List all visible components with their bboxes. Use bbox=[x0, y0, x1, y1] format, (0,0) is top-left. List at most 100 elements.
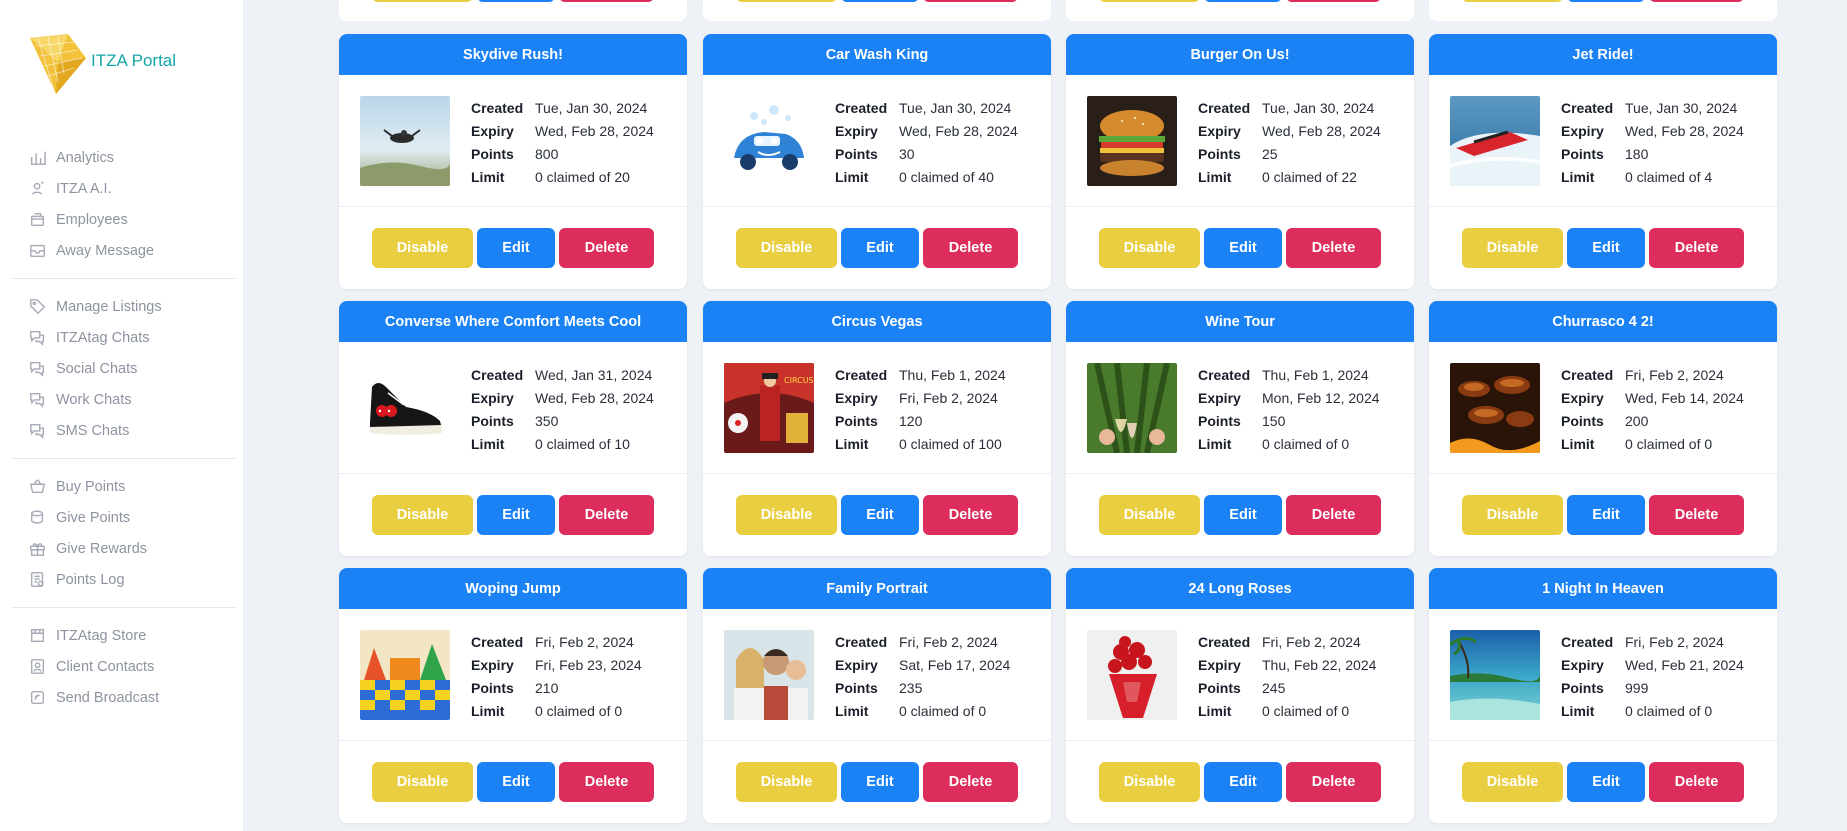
contact-icon bbox=[28, 658, 46, 676]
disable-button[interactable]: Disable bbox=[372, 228, 473, 268]
expiry-value: Wed, Feb 28, 2024 bbox=[1262, 122, 1381, 139]
sidebar-item-itza-a-i[interactable]: ITZA A.I. bbox=[0, 173, 243, 204]
delete-button[interactable]: Delete bbox=[1286, 762, 1381, 802]
delete-button[interactable]: Delete bbox=[1649, 495, 1744, 535]
expiry-value: Wed, Feb 28, 2024 bbox=[899, 122, 1018, 139]
edit-button[interactable] bbox=[1204, 0, 1282, 2]
sidebar-item-label: Employees bbox=[56, 211, 128, 228]
edit-button[interactable]: Edit bbox=[477, 762, 555, 802]
delete-button[interactable]: Delete bbox=[559, 495, 654, 535]
edit-button[interactable]: Edit bbox=[841, 762, 919, 802]
delete-button[interactable] bbox=[559, 0, 654, 2]
listing-info: Created Tue, Jan 30, 2024 Expiry Wed, Feb 2… bbox=[471, 96, 654, 188]
edit-button[interactable]: Edit bbox=[477, 228, 555, 268]
sidebar-item-give-points[interactable]: Give Points bbox=[0, 502, 243, 533]
listing-info: Created Tue, Jan 30, 2024 Expiry Wed, Feb 2… bbox=[1198, 96, 1381, 188]
points-value: 999 bbox=[1625, 679, 1649, 696]
edit-button[interactable]: Edit bbox=[477, 495, 555, 535]
listing-details: Created Wed, Jan 31, 2024 Expiry Wed, Feb 2… bbox=[339, 342, 687, 474]
created-label: Created bbox=[835, 366, 888, 383]
points-value: 235 bbox=[899, 679, 923, 696]
chat-icon bbox=[28, 391, 46, 409]
listing-image bbox=[1087, 363, 1177, 453]
limit-label: Limit bbox=[1561, 702, 1595, 719]
listing-card: Wine Tour Created Thu, Feb 1, 2024 Expiry Mo… bbox=[1066, 301, 1414, 556]
expiry-label: Expiry bbox=[1561, 389, 1604, 406]
chat-icon bbox=[28, 329, 46, 347]
sidebar-item-client-contacts[interactable]: Client Contacts bbox=[0, 651, 243, 682]
edit-button[interactable]: Edit bbox=[1567, 495, 1645, 535]
edit-button[interactable] bbox=[841, 0, 919, 2]
delete-button[interactable] bbox=[923, 0, 1018, 2]
limit-label: Limit bbox=[471, 702, 505, 719]
delete-button[interactable]: Delete bbox=[559, 228, 654, 268]
disable-button[interactable]: Disable bbox=[1462, 228, 1563, 268]
limit-value: 0 claimed of 0 bbox=[1262, 702, 1350, 719]
delete-button[interactable]: Delete bbox=[1286, 495, 1381, 535]
disable-button[interactable]: Disable bbox=[736, 495, 837, 535]
sidebar-item-work-chats[interactable]: Work Chats bbox=[0, 384, 243, 415]
sidebar-item-social-chats[interactable]: Social Chats bbox=[0, 353, 243, 384]
listing-title: Car Wash King bbox=[703, 34, 1051, 75]
edit-button[interactable] bbox=[477, 0, 555, 2]
listing-info: Created Fri, Feb 2, 2024 Expiry Thu, Feb 22… bbox=[1198, 630, 1376, 722]
sidebar-item-itzatag-chats[interactable]: ITZAtag Chats bbox=[0, 322, 243, 353]
limit-label: Limit bbox=[1561, 168, 1595, 185]
created-label: Created bbox=[835, 633, 888, 650]
edit-button[interactable]: Edit bbox=[1567, 762, 1645, 802]
disable-button[interactable]: Disable bbox=[1099, 228, 1200, 268]
sidebar-item-points-log[interactable]: Points Log bbox=[0, 564, 243, 595]
disable-button[interactable]: Disable bbox=[1099, 762, 1200, 802]
delete-button[interactable]: Delete bbox=[559, 762, 654, 802]
sidebar-item-analytics[interactable]: Analytics bbox=[0, 142, 243, 173]
sidebar-item-give-rewards[interactable]: Give Rewards bbox=[0, 533, 243, 564]
edit-button[interactable]: Edit bbox=[841, 495, 919, 535]
edit-button[interactable]: Edit bbox=[1567, 228, 1645, 268]
edit-button[interactable]: Edit bbox=[1204, 228, 1282, 268]
disable-button[interactable]: Disable bbox=[1462, 762, 1563, 802]
delete-button[interactable] bbox=[1649, 0, 1744, 2]
listing-actions: Disable Edit Delete bbox=[339, 741, 687, 823]
listing-actions: Disable Edit Delete bbox=[339, 207, 687, 289]
nav-divider bbox=[12, 458, 237, 459]
listing-details: Created Tue, Jan 30, 2024 Expiry Wed, Feb 2… bbox=[339, 75, 687, 207]
edit-button[interactable]: Edit bbox=[1204, 495, 1282, 535]
disable-button[interactable]: Disable bbox=[372, 762, 473, 802]
listing-card: 1 Night In Heaven Created Fri, Feb 2, 2024… bbox=[1429, 568, 1777, 823]
points-label: Points bbox=[1198, 412, 1241, 429]
listing-title: 24 Long Roses bbox=[1066, 568, 1414, 609]
edit-button[interactable] bbox=[1567, 0, 1645, 2]
delete-button[interactable]: Delete bbox=[1649, 762, 1744, 802]
disable-button[interactable]: Disable bbox=[736, 228, 837, 268]
sidebar-item-sms-chats[interactable]: SMS Chats bbox=[0, 415, 243, 446]
disable-button[interactable] bbox=[736, 0, 837, 2]
expiry-label: Expiry bbox=[471, 122, 514, 139]
disable-button[interactable]: Disable bbox=[1099, 495, 1200, 535]
sidebar-item-itzatag-store[interactable]: ITZAtag Store bbox=[0, 620, 243, 651]
sidebar-item-buy-points[interactable]: Buy Points bbox=[0, 471, 243, 502]
delete-button[interactable]: Delete bbox=[1649, 228, 1744, 268]
disable-button[interactable]: Disable bbox=[1462, 495, 1563, 535]
disable-button[interactable]: Disable bbox=[372, 495, 473, 535]
edit-button[interactable]: Edit bbox=[1204, 762, 1282, 802]
edit-button[interactable]: Edit bbox=[841, 228, 919, 268]
delete-button[interactable]: Delete bbox=[923, 762, 1018, 802]
delete-button[interactable]: Delete bbox=[923, 495, 1018, 535]
limit-value: 0 claimed of 100 bbox=[899, 435, 1002, 452]
sidebar-item-manage-listings[interactable]: Manage Listings bbox=[0, 291, 243, 322]
created-value: Tue, Jan 30, 2024 bbox=[535, 99, 648, 116]
disable-button[interactable] bbox=[1099, 0, 1200, 2]
disable-button[interactable] bbox=[1462, 0, 1563, 2]
created-label: Created bbox=[1198, 99, 1251, 116]
listing-info: Created Tue, Jan 30, 2024 Expiry Wed, Feb 2… bbox=[835, 96, 1018, 188]
delete-button[interactable]: Delete bbox=[923, 228, 1018, 268]
sidebar-item-away-message[interactable]: Away Message bbox=[0, 235, 243, 266]
created-label: Created bbox=[1561, 99, 1614, 116]
delete-button[interactable] bbox=[1286, 0, 1381, 2]
sidebar-item-send-broadcast[interactable]: Send Broadcast bbox=[0, 682, 243, 713]
delete-button[interactable]: Delete bbox=[1286, 228, 1381, 268]
disable-button[interactable]: Disable bbox=[736, 762, 837, 802]
brand[interactable]: ITZA Portal bbox=[28, 32, 176, 96]
sidebar-item-employees[interactable]: Employees bbox=[0, 204, 243, 235]
disable-button[interactable] bbox=[372, 0, 473, 2]
